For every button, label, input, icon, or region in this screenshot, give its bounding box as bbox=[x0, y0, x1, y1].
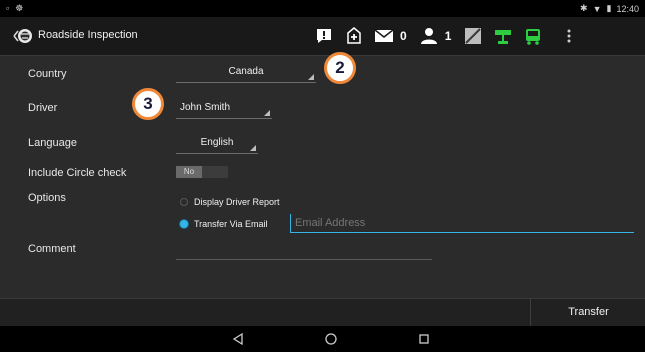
image-notification-icon: ▫ bbox=[6, 3, 10, 13]
mail-icon[interactable] bbox=[374, 26, 394, 46]
nav-back-icon[interactable] bbox=[231, 332, 245, 346]
country-label: Country bbox=[28, 68, 67, 80]
callout-badge: 2 bbox=[324, 52, 356, 84]
dropdown-triangle-icon bbox=[250, 145, 256, 151]
comment-input[interactable] bbox=[176, 245, 432, 260]
transfer-button[interactable]: Transfer bbox=[530, 298, 645, 326]
mail-count: 0 bbox=[400, 29, 407, 43]
driver-spinner[interactable]: John Smith bbox=[176, 98, 272, 119]
options-label: Options bbox=[28, 192, 66, 204]
vehicle-bus-icon[interactable] bbox=[523, 26, 543, 46]
country-spinner[interactable]: Canada bbox=[176, 62, 316, 83]
email-input[interactable] bbox=[290, 214, 634, 232]
dropdown-triangle-icon bbox=[264, 110, 270, 116]
wifi-icon: ▼ bbox=[592, 3, 602, 14]
driver-label: Driver bbox=[28, 102, 58, 114]
nav-recents-icon[interactable] bbox=[417, 332, 431, 346]
status-bar: ▫ ☸ ✱ ▼ ▮ 12:40 bbox=[0, 0, 645, 17]
callout-badge: 3 bbox=[132, 88, 164, 120]
app-bar: Roadside Inspection 0 1 bbox=[0, 17, 645, 56]
app-screen: ▫ ☸ ✱ ▼ ▮ 12:40 Roadside Inspection 0 1 … bbox=[0, 0, 645, 352]
display-report-radio[interactable] bbox=[180, 198, 188, 206]
transfer-email-label[interactable]: Transfer Via Email bbox=[194, 219, 268, 229]
overflow-menu-icon[interactable] bbox=[559, 26, 579, 46]
battery-icon: ▮ bbox=[606, 3, 612, 13]
system-nav-bar bbox=[0, 326, 645, 352]
language-spinner[interactable]: English bbox=[176, 133, 258, 154]
user-count: 1 bbox=[444, 29, 452, 43]
circle-check-toggle[interactable]: No bbox=[176, 166, 228, 178]
dropdown-triangle-icon bbox=[308, 74, 314, 80]
driver-value: John Smith bbox=[180, 102, 231, 113]
app-notification-icon: ☸ bbox=[15, 3, 24, 13]
country-value: Canada bbox=[228, 66, 264, 77]
page-title: Roadside Inspection bbox=[38, 29, 138, 41]
comment-label: Comment bbox=[28, 243, 76, 255]
back-logo-icon[interactable] bbox=[10, 25, 32, 47]
inspection-icon[interactable] bbox=[344, 26, 364, 46]
bluetooth-icon: ✱ bbox=[580, 3, 588, 13]
gps-antenna-icon[interactable] bbox=[493, 26, 513, 46]
nav-home-icon[interactable] bbox=[324, 332, 338, 346]
display-report-label[interactable]: Display Driver Report bbox=[194, 197, 280, 207]
sync-status-icon[interactable] bbox=[463, 26, 483, 46]
circle-check-label: Include Circle check bbox=[28, 167, 127, 179]
transfer-email-radio[interactable] bbox=[180, 220, 188, 228]
alert-icon[interactable] bbox=[314, 26, 334, 46]
user-icon[interactable] bbox=[419, 26, 439, 46]
clock: 12:40 bbox=[616, 3, 639, 14]
language-value: English bbox=[200, 137, 234, 148]
email-field[interactable] bbox=[290, 214, 634, 233]
toggle-state: No bbox=[176, 166, 202, 178]
language-label: Language bbox=[28, 137, 77, 149]
